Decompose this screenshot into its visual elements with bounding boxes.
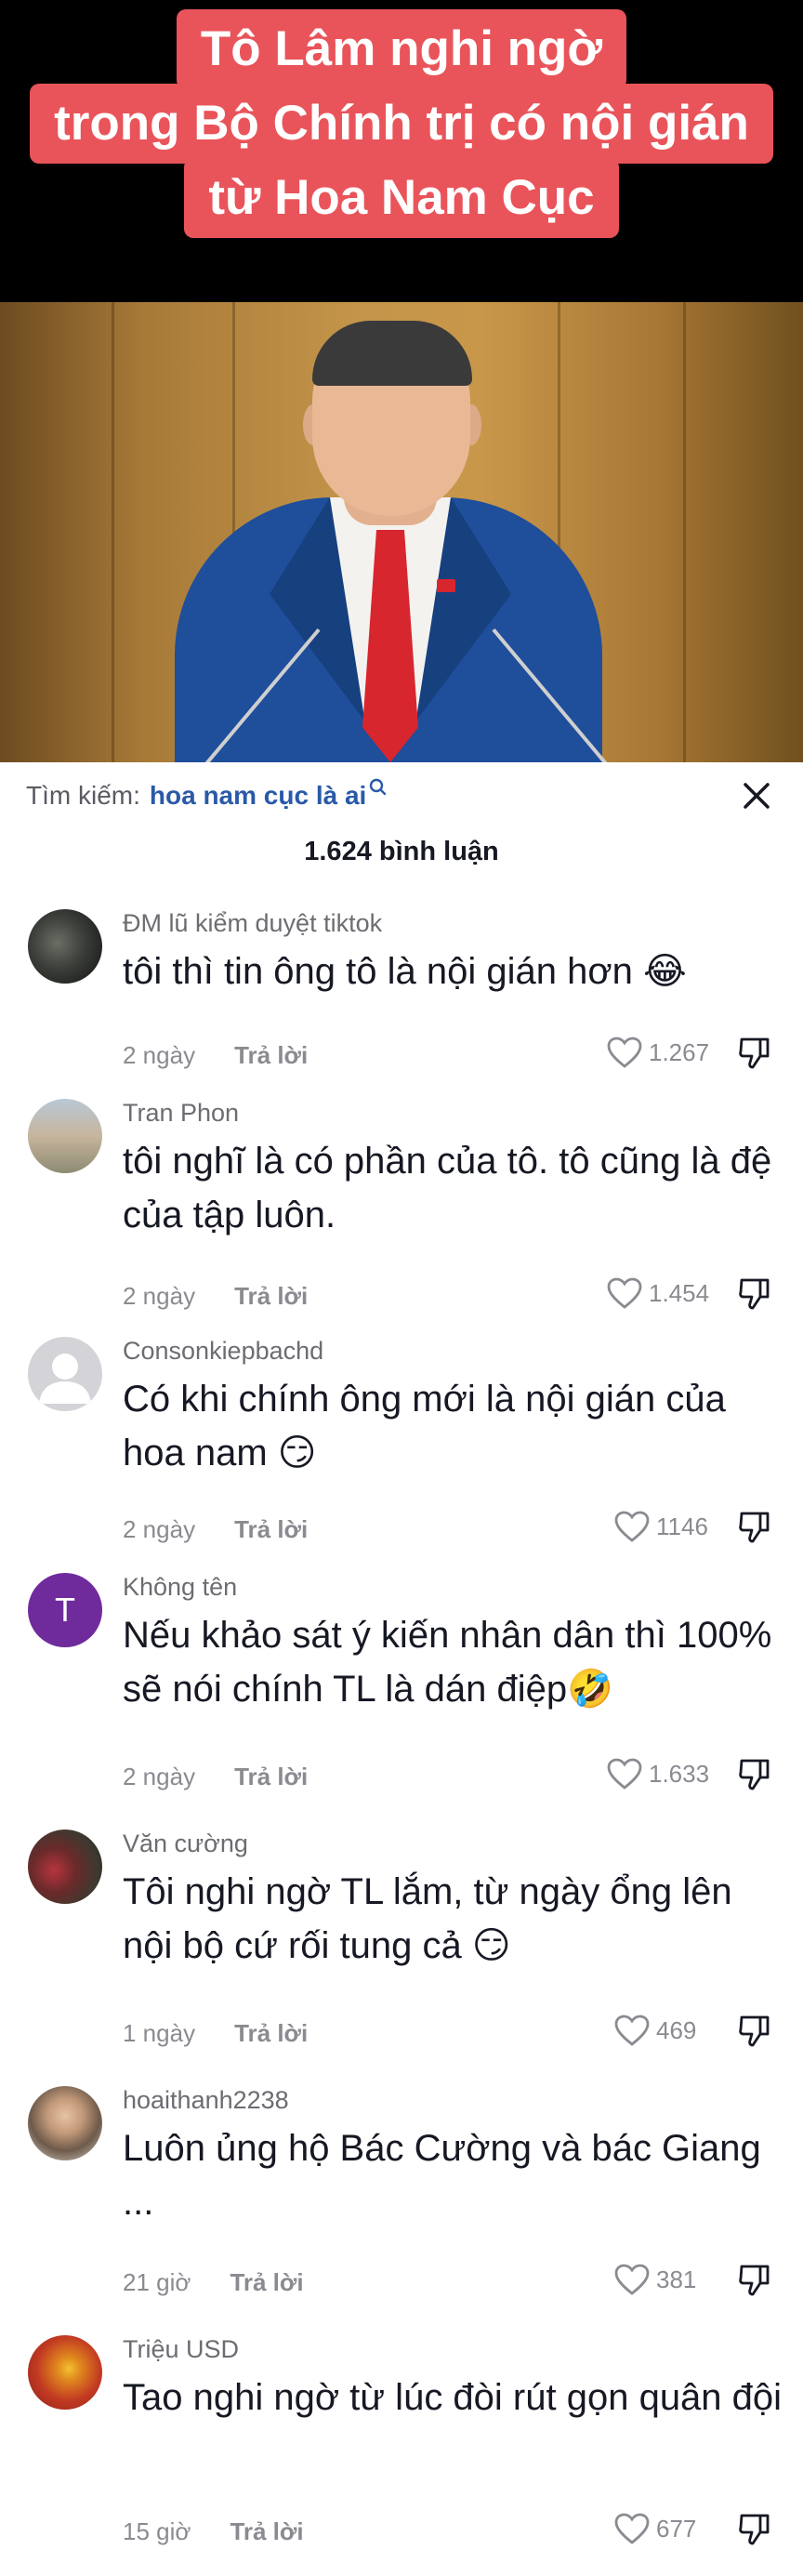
comment-username[interactable]: Văn cường <box>123 1830 248 1858</box>
heart-icon <box>614 2513 650 2544</box>
search-label: Tìm kiếm: <box>26 781 140 810</box>
reply-button[interactable]: Trả lời <box>234 1041 308 1070</box>
comment-text: tôi thì tin ông tô là nội gián hơn 😂 <box>123 951 687 992</box>
dislike-icon[interactable] <box>736 1508 773 1545</box>
comments-sheet: Tìm kiếm: hoa nam cục là ai 1.624 bình l… <box>0 762 803 2576</box>
search-suggestion[interactable]: Tìm kiếm: hoa nam cục là ai <box>26 778 387 812</box>
comment-text: Tôi nghi ngờ TL lắm, từ ngày ổng lên nội… <box>123 1871 732 1966</box>
reply-button[interactable]: Trả lời <box>234 1763 308 1791</box>
like-button[interactable]: 381 <box>613 2263 696 2296</box>
reply-button[interactable]: Trả lời <box>234 2019 308 2048</box>
comment-item: ĐM lũ kiểm duyệt tiktok tôi thì tin ông … <box>0 909 803 1095</box>
avatar[interactable] <box>28 1830 102 1904</box>
avatar[interactable] <box>28 2335 102 2410</box>
comment-time: 1 ngày <box>123 2019 196 2047</box>
dislike-icon[interactable] <box>736 2261 773 2298</box>
reply-button[interactable]: Trả lời <box>234 1515 308 1544</box>
like-button[interactable]: 1.633 <box>606 1757 709 1790</box>
comment-time: 21 giờ <box>123 2268 191 2296</box>
comment-time: 2 ngày <box>123 1763 196 1790</box>
like-button[interactable]: 1.454 <box>606 1276 709 1310</box>
default-avatar-icon <box>39 1354 91 1404</box>
caption-line-2: trong Bộ Chính trị có nội gián <box>30 84 773 164</box>
comment-username[interactable]: hoaithanh2238 <box>123 2086 289 2115</box>
comment-username[interactable]: Không tên <box>123 1573 237 1602</box>
comment-text: Luôn ủng hộ Bác Cường và bác Giang ... <box>123 2128 761 2223</box>
dislike-icon[interactable] <box>736 1275 773 1312</box>
heart-icon <box>607 1758 642 1790</box>
reply-button[interactable]: Trả lời <box>230 2517 303 2546</box>
like-count: 381 <box>656 2265 697 2293</box>
like-button[interactable]: 469 <box>613 2014 696 2047</box>
comment-item: hoaithanh2238 Luôn ủng hộ Bác Cường và b… <box>0 2086 803 2318</box>
heart-icon <box>607 1277 642 1309</box>
comment-text: Tao nghi ngờ từ lúc đòi rút gọn quân đội <box>123 2377 783 2418</box>
comment-text: tôi nghĩ là có phần của tô. tô cũng là đ… <box>123 1141 772 1235</box>
comment-count: 1.624 bình luận <box>304 837 499 866</box>
like-count: 1.267 <box>649 1037 710 1066</box>
comment-item: Consonkiepbachd Có khi chính ông mới là … <box>0 1337 803 1569</box>
comment-username[interactable]: Tran Phon <box>123 1099 239 1128</box>
comment-time: 2 ngày <box>123 1515 196 1543</box>
comment-text: Nếu khảo sát ý kiến nhân dân thì 100% sẽ… <box>123 1615 772 1710</box>
avatar[interactable]: T <box>28 1573 102 1647</box>
dislike-icon[interactable] <box>736 2012 773 2049</box>
comment-username[interactable]: ĐM lũ kiểm duyệt tiktok <box>123 909 382 938</box>
search-query-link[interactable]: hoa nam cục là ai <box>150 781 366 811</box>
heart-icon <box>614 2264 650 2295</box>
heart-icon <box>614 1511 650 1542</box>
like-count: 677 <box>656 2514 697 2543</box>
heart-icon <box>607 1037 642 1068</box>
heart-icon <box>614 2015 650 2046</box>
reply-button[interactable]: Trả lời <box>234 1282 308 1311</box>
comment-username[interactable]: Triệu USD <box>123 2335 239 2364</box>
avatar[interactable] <box>28 2086 102 2160</box>
dislike-icon[interactable] <box>736 2510 773 2547</box>
flag-pin-icon <box>437 579 455 592</box>
video-scene <box>0 302 803 762</box>
avatar[interactable] <box>28 909 102 984</box>
dislike-icon[interactable] <box>736 1034 773 1071</box>
like-count: 1146 <box>656 1512 708 1540</box>
comment-username[interactable]: Consonkiepbachd <box>123 1337 323 1366</box>
avatar[interactable] <box>28 1337 102 1411</box>
reply-button[interactable]: Trả lời <box>230 2268 303 2297</box>
avatar[interactable] <box>28 1099 102 1173</box>
comment-text: Có khi chính ông mới là nội gián của hoa… <box>123 1379 726 1473</box>
close-icon[interactable] <box>740 779 773 812</box>
comment-time: 2 ngày <box>123 1041 196 1069</box>
comment-item: Văn cường Tôi nghi ngờ TL lắm, từ ngày ổ… <box>0 1830 803 2062</box>
like-button[interactable]: 1.267 <box>606 1036 709 1069</box>
like-count: 1.454 <box>649 1278 710 1307</box>
video-frame[interactable]: Tô Lâm nghi ngờ trong Bộ Chính trị có nộ… <box>0 0 803 762</box>
caption-line-1: Tô Lâm nghi ngờ <box>176 9 627 89</box>
video-caption: Tô Lâm nghi ngờ trong Bộ Chính trị có nộ… <box>0 0 803 260</box>
like-button[interactable]: 1146 <box>613 1510 708 1543</box>
comment-item: Triệu USD Tao nghi ngờ từ lúc đòi rút gọ… <box>0 2335 803 2568</box>
comment-item: Tran Phon tôi nghĩ là có phần của tô. tô… <box>0 1099 803 1331</box>
comment-time: 2 ngày <box>123 1282 196 1310</box>
search-icon <box>370 778 387 796</box>
caption-line-3: từ Hoa Nam Cục <box>184 158 619 238</box>
like-count: 1.633 <box>649 1759 710 1788</box>
like-button[interactable]: 677 <box>613 2512 696 2545</box>
like-count: 469 <box>656 2015 697 2044</box>
comment-item: T Không tên Nếu khảo sát ý kiến nhân dân… <box>0 1573 803 1805</box>
dislike-icon[interactable] <box>736 1755 773 1792</box>
comment-time: 15 giờ <box>123 2517 191 2545</box>
